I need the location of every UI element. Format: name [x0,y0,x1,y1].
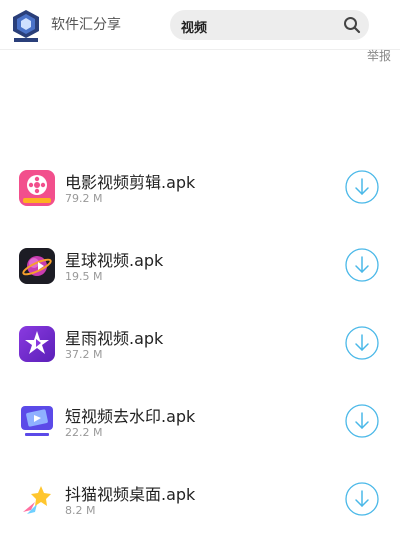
app-name[interactable]: 星球视频.apk [65,247,163,271]
app-name[interactable]: 短视频去水印.apk [65,403,195,427]
download-button[interactable] [345,170,379,204]
list-item[interactable]: 星雨视频.apk 37.2 M [0,311,400,389]
download-button[interactable] [345,482,379,516]
search-bar[interactable]: 视频 [170,10,369,40]
list-item[interactable]: 电影视频剪辑.apk 79.2 M [0,155,400,233]
app-size: 19.5 M [65,270,103,283]
list-item[interactable]: 星球视频.apk 19.5 M [0,233,400,311]
site-logo[interactable] [11,9,41,43]
app-size: 79.2 M [65,192,103,205]
list-item[interactable]: 短视频去水印.apk 22.2 M [0,389,400,467]
download-icon [345,482,379,516]
app-size: 8.2 M [65,504,96,517]
download-button[interactable] [345,248,379,282]
app-name[interactable]: 抖猫视频桌面.apk [65,481,195,505]
report-link[interactable]: 举报 [367,47,391,64]
header: 软件汇分享 视频 [0,0,400,50]
search-icon[interactable] [343,16,361,34]
app-size: 22.2 M [65,426,103,439]
app-name[interactable]: 星雨视频.apk [65,325,163,349]
download-icon [345,170,379,204]
site-name: 软件汇分享 [51,17,121,33]
shooting-star-icon [19,482,55,518]
app-name[interactable]: 电影视频剪辑.apk [65,169,195,193]
download-icon [345,326,379,360]
planet-icon [19,248,55,284]
download-icon [345,248,379,282]
app-size: 37.2 M [65,348,103,361]
download-icon [345,404,379,438]
list-item[interactable]: 抖猫视频桌面.apk 8.2 M [0,467,400,545]
download-button[interactable] [345,404,379,438]
film-reel-icon [19,170,55,206]
video-watermark-icon [19,404,55,440]
app-list: 电影视频剪辑.apk 79.2 M 星球视频.apk 19.5 M 星雨视频.a… [0,155,400,545]
star-icon [19,326,55,362]
download-button[interactable] [345,326,379,360]
search-input[interactable]: 视频 [181,17,207,36]
